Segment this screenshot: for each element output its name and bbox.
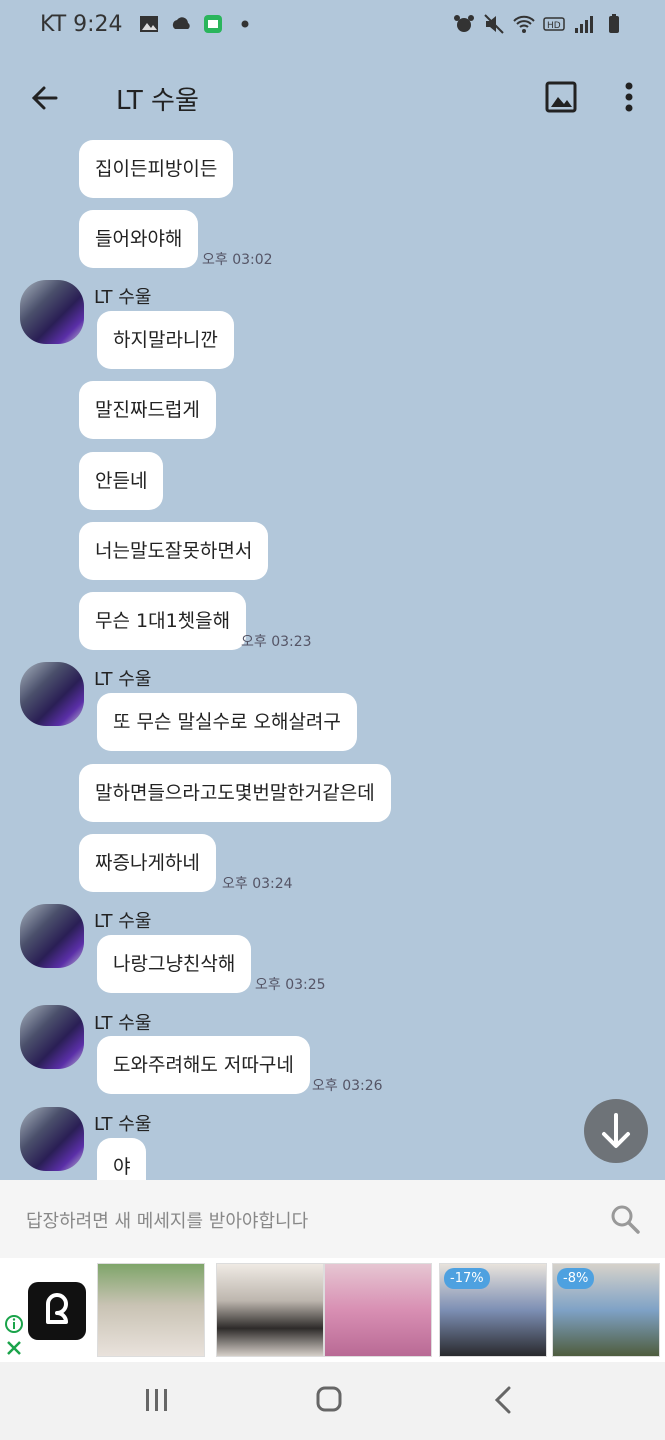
discount-badge: -17% [444, 1268, 490, 1289]
message-time: 오후 03:24 [222, 876, 293, 892]
discount-badge: -8% [557, 1268, 595, 1289]
message-bubble[interactable]: 나랑그냥친삭해 [97, 935, 252, 993]
alarm-icon [454, 15, 474, 32]
cloud-icon [172, 17, 190, 29]
ad-product-image[interactable] [97, 1263, 205, 1357]
message-bubble[interactable]: 하지말라니깐 [97, 311, 234, 369]
app-icon [204, 15, 222, 33]
message-bubble[interactable]: 짜증나게하네 [79, 834, 216, 892]
message-time: 오후 03:02 [202, 252, 273, 268]
message-bubble[interactable]: 집이든피방이든 [79, 140, 234, 198]
arrow-down-icon [602, 1113, 630, 1148]
scroll-to-bottom-button[interactable] [584, 1099, 648, 1163]
carrier-time: KT 9:24 [40, 12, 123, 37]
chat-title: LT 수울 [116, 86, 199, 116]
avatar[interactable] [20, 1005, 84, 1069]
mute-icon [484, 14, 504, 34]
message-time: 오후 03:23 [241, 634, 312, 650]
battery-icon [609, 14, 619, 33]
system-nav-bar [0, 1362, 665, 1440]
message-bubble[interactable]: 말하면들으라고도몇번말한거같은데 [79, 764, 391, 822]
image-icon [140, 16, 158, 32]
image-icon[interactable] [542, 78, 580, 116]
status-bar: KT 9:24 HD [0, 0, 665, 52]
back-icon[interactable] [492, 1385, 514, 1415]
message-bubble[interactable]: 안듣네 [79, 452, 164, 510]
ad-product-image[interactable] [216, 1263, 324, 1357]
info-icon[interactable] [4, 1314, 24, 1334]
svg-text:HD: HD [547, 21, 561, 31]
reply-bar: 답장하려면 새 메세지를 받아야합니다 [0, 1180, 665, 1258]
more-vertical-icon[interactable] [612, 78, 646, 116]
arrow-left-icon[interactable] [26, 78, 66, 118]
ad-product-image[interactable]: -17% [439, 1263, 547, 1357]
avatar[interactable] [20, 280, 84, 344]
sender-name: LT 수울 [94, 669, 152, 690]
ad-banner[interactable]: -17% -8% [0, 1258, 665, 1362]
wifi-icon [513, 15, 535, 33]
ad-product-image[interactable] [324, 1263, 432, 1357]
message-bubble[interactable]: 야 [97, 1138, 147, 1180]
message-bubble[interactable]: 너는말도잘못하면서 [79, 522, 269, 580]
avatar[interactable] [20, 904, 84, 968]
sender-name: LT 수울 [94, 911, 152, 932]
close-icon[interactable] [4, 1338, 24, 1358]
avatar[interactable] [20, 1107, 84, 1171]
dot-icon [241, 20, 249, 28]
ad-logo[interactable] [28, 1282, 86, 1340]
hd-icon: HD [543, 17, 565, 31]
message-bubble[interactable]: 도와주려해도 저따구네 [97, 1036, 310, 1094]
ad-product-image[interactable]: -8% [552, 1263, 660, 1357]
recent-apps-icon[interactable] [144, 1387, 170, 1413]
chat-area[interactable]: 집이든피방이든 들어와야해 오후 03:02 LT 수울 하지말라니깐 말진짜드… [0, 130, 665, 1180]
message-bubble[interactable]: 무슨 1대1쳇을해 [79, 592, 247, 650]
message-bubble[interactable]: 또 무슨 말실수로 오해살려구 [97, 693, 357, 751]
message-time: 오후 03:26 [312, 1078, 383, 1094]
sender-name: LT 수울 [94, 1114, 152, 1135]
message-time: 오후 03:25 [255, 977, 326, 993]
sender-name: LT 수울 [94, 1013, 152, 1034]
message-bubble[interactable]: 말진짜드럽게 [79, 381, 216, 439]
chat-header: LT 수울 [0, 60, 665, 132]
message-bubble[interactable]: 들어와야해 [79, 210, 199, 268]
sender-name: LT 수울 [94, 287, 152, 308]
home-icon[interactable] [315, 1385, 343, 1413]
reply-placeholder: 답장하려면 새 메세지를 받아야합니다 [26, 1211, 309, 1232]
avatar[interactable] [20, 662, 84, 726]
signal-icon [575, 16, 593, 33]
search-icon[interactable] [608, 1202, 642, 1236]
